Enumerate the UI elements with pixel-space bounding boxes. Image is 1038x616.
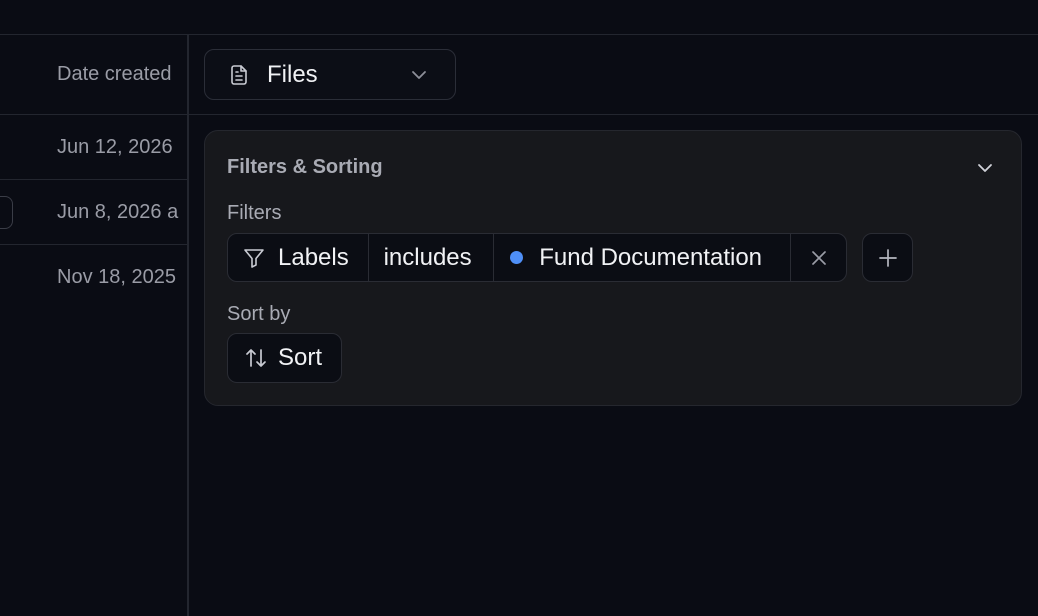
filters-label: Filters <box>227 202 282 224</box>
sort-button[interactable]: Sort <box>227 333 342 383</box>
close-icon <box>809 248 829 268</box>
top-bar <box>0 0 1038 35</box>
plus-icon <box>878 248 898 268</box>
chevron-down-icon[interactable] <box>975 158 995 178</box>
column-header-date-created[interactable]: Date created <box>0 35 188 115</box>
filter-operator-button[interactable]: includes <box>369 234 495 281</box>
filter-field-label: Labels <box>278 243 349 271</box>
column-header-label: Date created <box>57 63 172 85</box>
filter-value-label: Fund Documentation <box>539 243 763 271</box>
filter-field-button[interactable]: Labels <box>228 234 369 281</box>
row-chip-edge <box>0 196 13 229</box>
filter-funnel-icon <box>242 246 266 270</box>
table-row[interactable]: Jun 12, 2026 <box>0 115 188 180</box>
filters-sorting-card: Filters & Sorting Filters Labels include… <box>204 130 1022 406</box>
date-cell: Nov 18, 2025 <box>57 266 176 288</box>
label-color-dot <box>510 251 524 264</box>
sort-arrows-icon <box>244 346 268 370</box>
remove-filter-button[interactable] <box>791 234 846 281</box>
filter-operator-label: includes <box>383 243 472 271</box>
files-table: Date created Jun 12, 2026 Jun 8, 2026 a … <box>0 35 188 616</box>
filter-value-button[interactable]: Fund Documentation <box>494 234 792 281</box>
table-row[interactable]: Nov 18, 2025 <box>0 245 188 310</box>
date-cell: Jun 8, 2026 a <box>57 200 179 223</box>
sort-by-label: Sort by <box>227 303 291 325</box>
view-select-label: Files <box>267 60 318 88</box>
filter-chip: Labels includes Fund Documentation <box>227 233 847 282</box>
view-select-dropdown[interactable]: Files <box>204 49 456 100</box>
sort-button-label: Sort <box>278 344 323 371</box>
filters-sidebar: Files Filters & Sorting Filters Labels i… <box>189 35 1038 616</box>
add-filter-button[interactable] <box>862 233 913 282</box>
card-title: Filters & Sorting <box>227 156 383 178</box>
table-row[interactable]: Jun 8, 2026 a <box>0 180 188 245</box>
document-icon <box>227 63 251 87</box>
date-cell: Jun 12, 2026 <box>57 135 173 158</box>
chevron-down-icon <box>409 65 429 85</box>
view-select-bar: Files <box>189 35 1038 115</box>
